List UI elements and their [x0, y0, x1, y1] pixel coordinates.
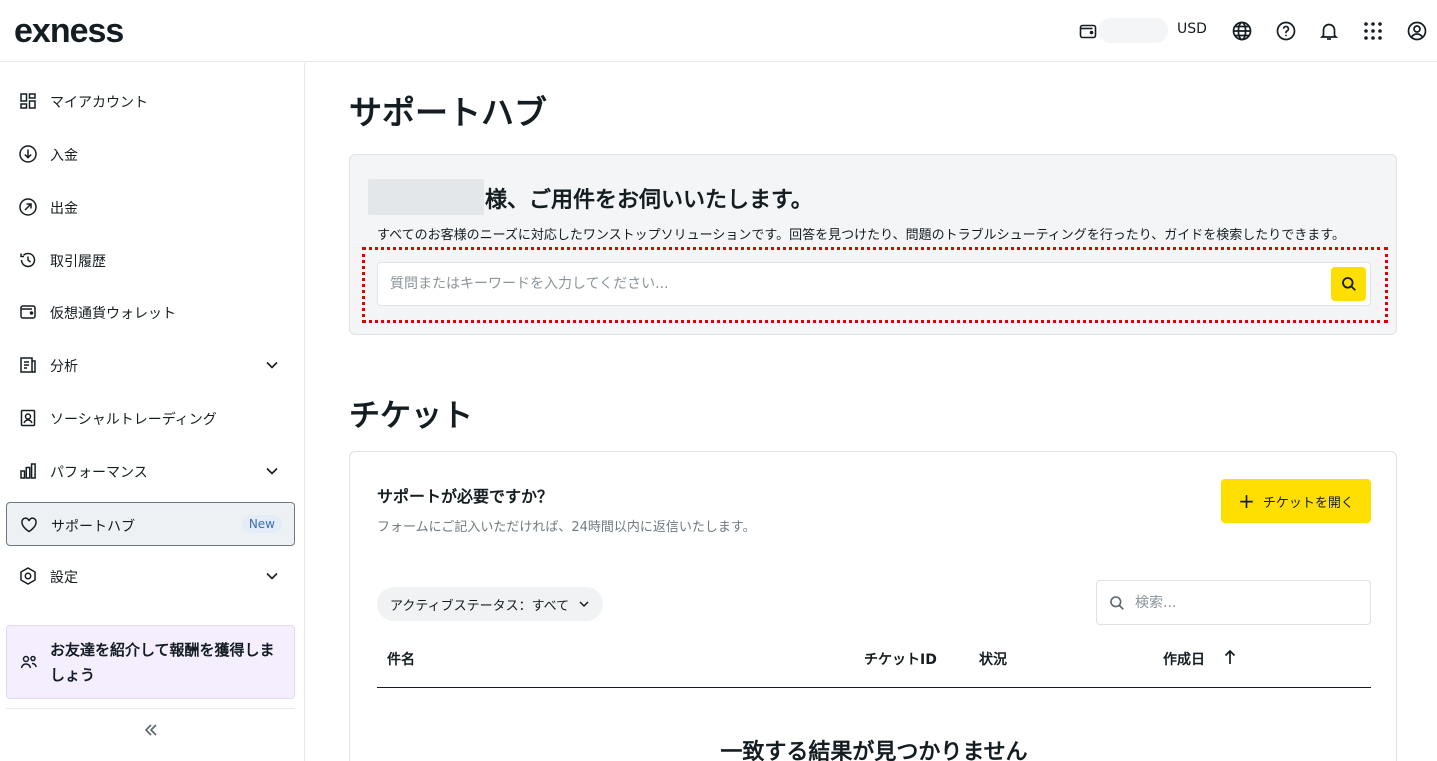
support-search-box[interactable]	[377, 262, 1371, 306]
sidebar-item-label: サポートハブ	[51, 519, 135, 535]
apps-grid-icon[interactable]	[1362, 20, 1384, 42]
deposit-icon	[19, 145, 37, 163]
sidebar-item-deposit[interactable]: 入金	[6, 132, 295, 176]
sidebar-item-crypto-wallet[interactable]: 仮想通貨ウォレット	[6, 290, 295, 334]
column-header-status: 状況	[979, 652, 1007, 668]
table-header-divider	[377, 687, 1371, 688]
top-header: exness USD	[0, 0, 1437, 62]
sidebar-item-label: 入金	[50, 148, 78, 164]
ticket-search-input[interactable]	[1135, 581, 1360, 624]
sidebar-item-label: 分析	[50, 359, 78, 375]
exness-logo[interactable]: exness	[14, 12, 124, 51]
user-name	[368, 179, 484, 215]
empty-results-message: 一致する結果が見つかりません	[720, 740, 1028, 761]
sidebar-item-analytics[interactable]: 分析	[6, 343, 295, 387]
balance-value	[1098, 18, 1168, 43]
sidebar-item-performance[interactable]: パフォーマンス	[6, 449, 295, 493]
support-search-input[interactable]	[390, 263, 1320, 305]
sidebar-item-my-account[interactable]: マイアカウント	[6, 79, 295, 123]
tickets-card-subtitle: フォームにご記入いただければ、24時間以内に返信いたします。	[377, 520, 756, 535]
column-header-ticket-id: チケットID	[864, 652, 937, 668]
wallet-icon[interactable]	[1078, 21, 1098, 41]
ticket-search-box[interactable]	[1096, 580, 1371, 625]
new-badge: New	[241, 515, 282, 533]
tickets-card-title: サポートが必要ですか？	[377, 487, 554, 506]
search-icon	[1341, 277, 1356, 291]
plus-icon: +	[1238, 489, 1255, 513]
sidebar-item-label: ソーシャルトレーディング	[50, 412, 217, 428]
sort-arrow-up-icon[interactable]	[1222, 648, 1238, 666]
status-filter-dropdown[interactable]: アクティブステータス：すべて	[377, 587, 604, 621]
sidebar-item-label: 仮想通貨ウォレット	[50, 306, 176, 322]
settings-icon	[20, 567, 36, 585]
search-button[interactable]	[1331, 267, 1366, 301]
hero-subtitle: すべてのお客様のニーズに対応したワンストップソリューションです。回答を見つけたり…	[377, 228, 1345, 243]
sidebar-item-label: 設定	[50, 570, 78, 586]
sidebar-item-label: 出金	[50, 201, 78, 217]
column-header-subject: 件名	[387, 652, 415, 668]
chevron-down-icon[interactable]	[263, 567, 281, 585]
page-title: サポートハブ	[349, 93, 547, 132]
open-ticket-label: チケットを開く	[1262, 495, 1354, 511]
referral-text: お友達を紹介して報酬を獲得しましょう	[50, 641, 275, 684]
column-header-created-date[interactable]: 作成日	[1163, 649, 1205, 669]
status-filter-label: アクティブステータス：すべて	[390, 598, 570, 614]
tickets-card: サポートが必要ですか？ フォームにご記入いただければ、24時間以内に返信いたしま…	[349, 451, 1397, 761]
sidebar-item-label: 取引履歴	[50, 254, 106, 270]
users-icon	[20, 655, 37, 669]
sidebar-item-social-trading[interactable]: ソーシャルトレーディング	[6, 396, 295, 440]
analytics-icon	[20, 357, 36, 373]
search-icon	[1110, 596, 1124, 610]
sidebar-item-label: マイアカウント	[50, 95, 148, 111]
open-ticket-button[interactable]: + チケットを開く	[1221, 479, 1371, 523]
sidebar-item-support-hub[interactable]: サポートハブ New	[6, 502, 295, 546]
support-hero-panel: 様、ご用件をお伺いいたします。 すべてのお客様のニーズに対応したワンストップソリ…	[349, 154, 1397, 335]
bell-icon[interactable]	[1318, 20, 1340, 42]
heart-icon	[21, 517, 37, 533]
dashboard-icon	[20, 93, 36, 109]
crypto-wallet-icon	[20, 305, 36, 319]
referral-banner[interactable]: お友達を紹介して報酬を獲得しましょう	[6, 625, 295, 699]
collapse-sidebar-icon[interactable]	[142, 721, 160, 739]
help-icon[interactable]	[1275, 20, 1297, 42]
currency-label: USD	[1177, 21, 1207, 37]
chevron-down-icon[interactable]	[263, 356, 281, 374]
sidebar-item-withdraw[interactable]: 出金	[6, 185, 295, 229]
sidebar-item-label: パフォーマンス	[50, 465, 148, 481]
history-icon	[20, 252, 36, 268]
sidebar-item-settings[interactable]: 設定	[6, 554, 295, 598]
social-trading-icon	[20, 409, 36, 427]
greeting-text: 様、ご用件をお伺いいたします。	[485, 188, 813, 213]
globe-icon[interactable]	[1231, 20, 1253, 42]
withdraw-icon	[19, 198, 37, 216]
chevron-down-icon	[579, 601, 589, 608]
tickets-title: チケット	[349, 398, 473, 434]
performance-icon	[20, 463, 36, 479]
profile-icon[interactable]	[1406, 20, 1428, 42]
chevron-down-icon[interactable]	[263, 462, 281, 480]
sidebar: マイアカウント 入金 出金 取引履歴 仮想通貨ウォレット 分析 ソーシャルトレー…	[0, 63, 305, 761]
sidebar-item-history[interactable]: 取引履歴	[6, 238, 295, 282]
sidebar-divider	[6, 708, 295, 709]
